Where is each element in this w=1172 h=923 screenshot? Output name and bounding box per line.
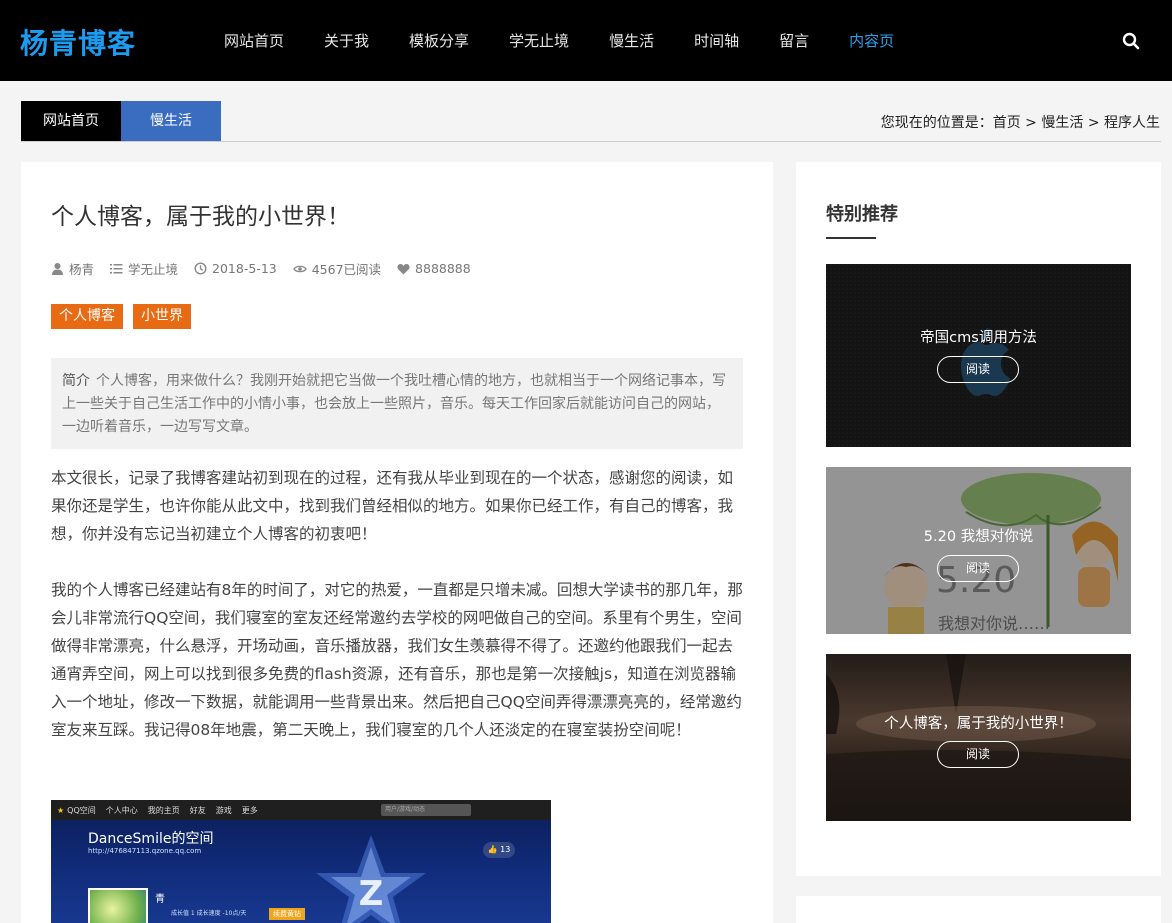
nav-slow-life[interactable]: 慢生活 xyxy=(609,30,654,51)
breadcrumb-current[interactable]: 程序人生 xyxy=(1104,115,1160,131)
star-icon: ★ xyxy=(57,805,65,815)
qzone-bar-item: 个人中心 xyxy=(105,805,138,815)
breadcrumb-slow-life[interactable]: 慢生活 xyxy=(1041,115,1083,131)
qzone-star-logo: Z xyxy=(316,835,426,923)
breadcrumb-separator: > xyxy=(1025,115,1037,131)
tag-personal-blog[interactable]: 个人博客 xyxy=(51,304,123,329)
nav-home[interactable]: 网站首页 xyxy=(224,30,284,51)
meta-likes-text: 8888888 xyxy=(415,261,471,276)
nav-timeline[interactable]: 时间轴 xyxy=(694,30,739,51)
sidebar-recommend: 特别推荐 帝国cms调用方法 阅读 5.20 我想对你说…… 5.20 我想对你… xyxy=(796,162,1161,876)
breadcrumb-divider xyxy=(21,141,1161,142)
nav-templates[interactable]: 模板分享 xyxy=(409,30,469,51)
top-navbar: 杨青博客 网站首页 关于我 模板分享 学无止境 慢生活 时间轴 留言 内容页 xyxy=(0,0,1172,81)
nav-content[interactable]: 内容页 xyxy=(849,30,894,51)
tag-list: 个人博客 小世界 xyxy=(51,304,201,329)
sidebar-title-underline xyxy=(826,237,876,239)
nav-guestbook[interactable]: 留言 xyxy=(779,30,809,51)
qzone-bar-item: 游戏 xyxy=(215,805,232,815)
breadcrumb-tabs: 网站首页 慢生活 xyxy=(21,101,221,141)
intro-text: 个人博客，用来做什么？我刚开始就把它当做一个我吐槽心情的地方，也就相当于一个网络… xyxy=(62,373,726,435)
article-intro: 简介 个人博客，用来做什么？我刚开始就把它当做一个我吐槽心情的地方，也就相当于一个… xyxy=(51,358,743,449)
qzone-bar-item: 我的主页 xyxy=(147,805,180,815)
meta-reads: 4567已阅读 xyxy=(292,259,382,278)
qzone-bar-item: 好友 xyxy=(189,805,206,815)
tab-slow-life[interactable]: 慢生活 xyxy=(121,101,221,141)
qzone-vip-badge: 续费黄钻 xyxy=(269,908,305,920)
recommend-title: 5.20 我想对你说 xyxy=(923,529,1034,545)
svg-text:Z: Z xyxy=(359,874,384,914)
list-icon xyxy=(110,264,123,274)
meta-category-text: 学无止境 xyxy=(128,262,179,277)
qzone-toolbar: ★ QQ空间 个人中心 我的主页 好友 游戏 更多 用户/游戏/动态 xyxy=(51,800,551,820)
qzone-like-count: 👍 13 xyxy=(483,842,515,858)
recommend-title: 帝国cms调用方法 xyxy=(920,330,1037,346)
recommend-title: 个人博客，属于我的小世界！ xyxy=(884,716,1073,732)
meta-category[interactable]: 学无止境 xyxy=(110,259,178,278)
meta-author[interactable]: 杨青 xyxy=(51,259,94,278)
breadcrumb-prefix: 您现在的位置是： xyxy=(880,115,993,131)
read-button[interactable]: 阅读 xyxy=(937,741,1019,768)
clock-icon xyxy=(194,262,207,275)
user-icon xyxy=(52,263,63,275)
breadcrumb-home[interactable]: 首页 xyxy=(993,115,1021,131)
meta-reads-text: 4567已阅读 xyxy=(311,262,382,277)
heart-icon xyxy=(397,263,410,274)
breadcrumb: 您现在的位置是：首页 > 慢生活 > 程序人生 xyxy=(881,112,1160,132)
qzone-level-text: 成长值 1 成长速度 -10点/天 xyxy=(171,910,247,917)
qzone-space-url: http://476847113.qzone.qq.com xyxy=(88,847,202,855)
qzone-search-box: 用户/游戏/动态 xyxy=(381,804,471,816)
recommend-card[interactable]: 5.20 我想对你说…… 5.20 我想对你说 阅读 xyxy=(826,467,1131,634)
meta-author-text: 杨青 xyxy=(69,262,95,277)
intro-label: 简介 xyxy=(62,373,90,389)
meta-likes[interactable]: 8888888 xyxy=(397,261,471,276)
article-title: 个人博客，属于我的小世界！ xyxy=(51,204,350,230)
qzone-screenshot-image: ★ QQ空间 个人中心 我的主页 好友 游戏 更多 用户/游戏/动态 Dance… xyxy=(51,800,551,923)
qzone-space-name: DanceSmile的空间 xyxy=(88,831,214,847)
meta-date: 2018-5-13 xyxy=(194,261,277,276)
eye-icon xyxy=(292,265,307,272)
qzone-bar-item: 更多 xyxy=(241,805,258,815)
search-icon[interactable] xyxy=(1122,32,1142,52)
nav-about[interactable]: 关于我 xyxy=(324,30,369,51)
breadcrumb-separator: > xyxy=(1087,115,1100,131)
card-overlay xyxy=(826,654,1131,821)
recommend-card[interactable]: 个人博客，属于我的小世界！ 阅读 xyxy=(826,654,1131,821)
qzone-user-name: 青 xyxy=(155,894,165,905)
article-paragraph: 我的个人博客已经建站有8年的时间了，对它的热爱，一直都是只增未减。回想大学读书的… xyxy=(51,581,743,739)
sidebar-title: 特别推荐 xyxy=(826,204,898,225)
recommend-card[interactable]: 帝国cms调用方法 阅读 xyxy=(826,264,1131,447)
site-logo[interactable]: 杨青博客 xyxy=(20,22,136,62)
main-nav: 网站首页 关于我 模板分享 学无止境 慢生活 时间轴 留言 内容页 xyxy=(224,30,934,51)
article-meta: 杨青 学无止境 2018-5-13 4567已阅读 8888888 xyxy=(51,259,487,278)
article-paragraph: 本文很长，记录了我博客建站初到现在的过程，还有我从毕业到现在的一个状态，感谢您的… xyxy=(51,469,734,543)
article-panel: 个人博客，属于我的小世界！ 杨青 学无止境 2018-5-13 4567已阅读 … xyxy=(21,162,773,923)
meta-date-text: 2018-5-13 xyxy=(212,261,277,276)
qzone-bar-item: QQ空间 xyxy=(67,805,96,815)
sidebar-next-panel xyxy=(796,896,1161,923)
read-button[interactable]: 阅读 xyxy=(937,555,1019,582)
qzone-avatar xyxy=(88,888,148,923)
tag-small-world[interactable]: 小世界 xyxy=(133,304,191,329)
read-button[interactable]: 阅读 xyxy=(937,356,1019,383)
nav-learning[interactable]: 学无止境 xyxy=(509,30,569,51)
card-overlay xyxy=(826,467,1131,634)
tab-home[interactable]: 网站首页 xyxy=(21,101,121,141)
